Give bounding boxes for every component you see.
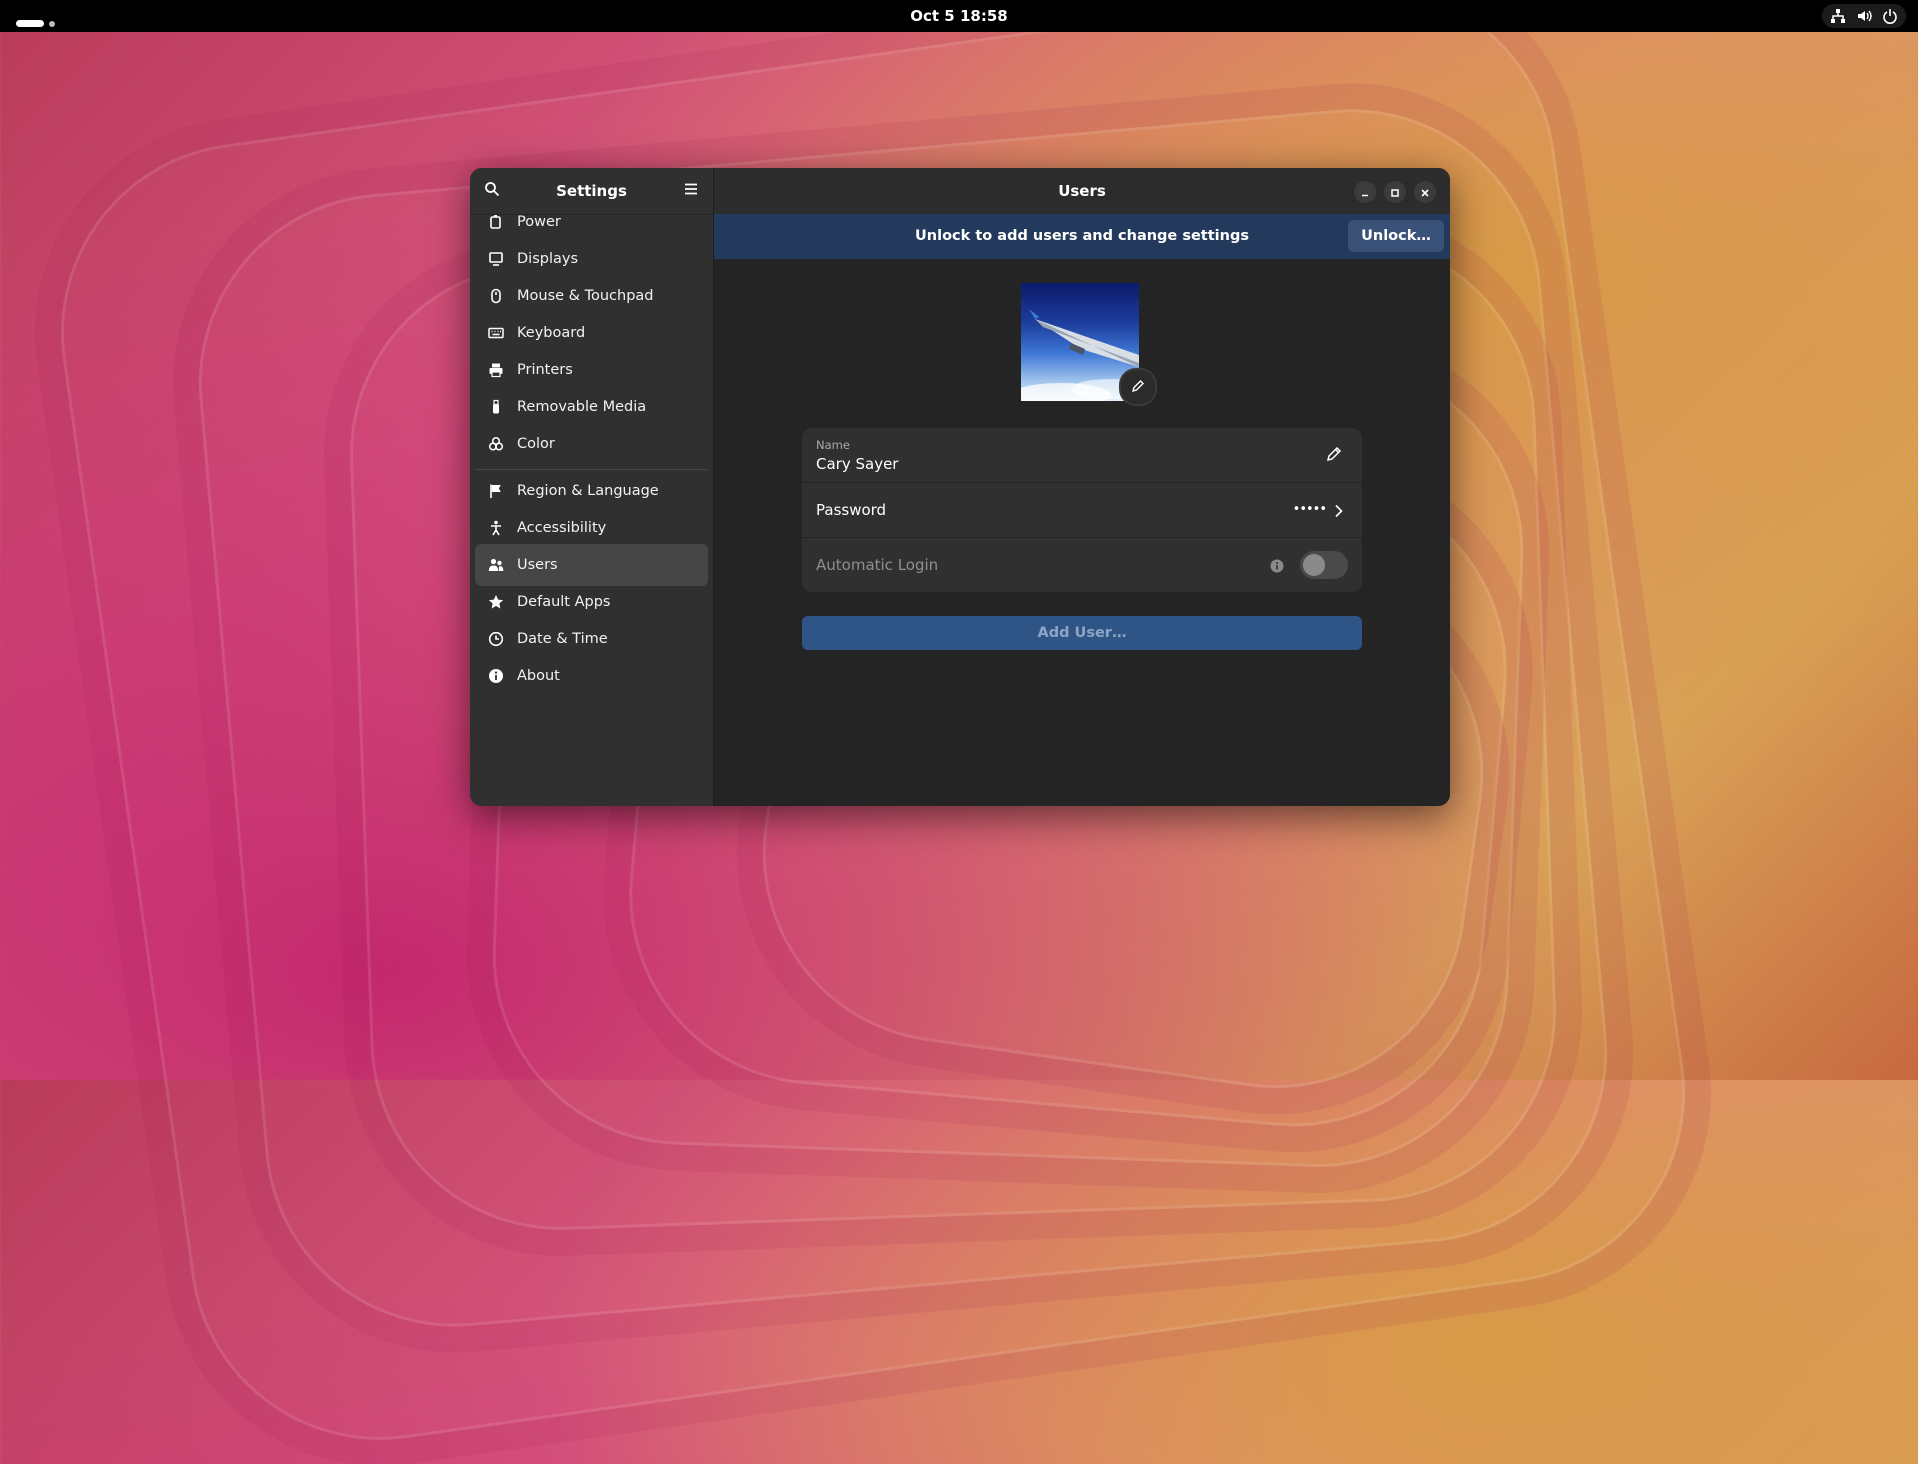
sidebar-list: Power Displays Mouse & Touchpad Keyboard… <box>470 214 713 806</box>
automatic-login-row: Automatic Login <box>802 538 1362 592</box>
sidebar-item-label: Date & Time <box>517 631 608 647</box>
sidebar-item-keyboard[interactable]: Keyboard <box>475 312 708 354</box>
sidebar-item-default-apps[interactable]: Default Apps <box>475 581 708 623</box>
password-row[interactable]: Password ••••• <box>802 483 1362 537</box>
edit-name-pencil-icon[interactable] <box>1326 446 1342 466</box>
add-user-button[interactable]: Add User… <box>802 616 1362 650</box>
power-icon <box>487 214 505 231</box>
sidebar-item-label: Color <box>517 436 555 452</box>
network-icon <box>1830 8 1846 24</box>
user-details-card: Name Cary Sayer Password ••••• Automatic… <box>802 428 1362 592</box>
sidebar-item-color[interactable]: Color <box>475 423 708 465</box>
sidebar-item-users[interactable]: Users <box>475 544 708 586</box>
flag-icon <box>487 482 505 500</box>
workspace-active-pill <box>16 20 44 27</box>
password-mask: ••••• <box>1292 502 1327 517</box>
unlock-button[interactable]: Unlock… <box>1348 220 1444 252</box>
color-icon <box>487 435 505 453</box>
volume-icon <box>1856 8 1872 24</box>
avatar-edit-button[interactable] <box>1119 368 1157 406</box>
name-row[interactable]: Name Cary Sayer <box>802 428 1362 482</box>
sidebar-item-label: Keyboard <box>517 325 586 341</box>
activities-indicator[interactable] <box>16 13 55 32</box>
display-icon <box>487 250 505 268</box>
page-title: Users <box>1058 182 1106 200</box>
sidebar-item-about[interactable]: About <box>475 655 708 697</box>
maximize-button[interactable] <box>1384 181 1406 203</box>
sidebar-item-label: Power <box>517 214 561 230</box>
sidebar-item-label: Region & Language <box>517 483 659 499</box>
sidebar-header: Settings <box>470 168 713 215</box>
info-icon <box>487 667 505 685</box>
system-tray[interactable] <box>1822 4 1906 28</box>
users-panel: Users Unlock to add users and change set… <box>714 168 1450 806</box>
sidebar-item-accessibility[interactable]: Accessibility <box>475 507 708 549</box>
automatic-login-switch[interactable] <box>1300 551 1348 579</box>
info-icon[interactable] <box>1270 558 1284 577</box>
close-button[interactable] <box>1414 181 1436 203</box>
name-value: Cary Sayer <box>816 455 899 473</box>
clock-icon <box>487 630 505 648</box>
sidebar-item-label: Removable Media <box>517 399 647 415</box>
sidebar-item-region-language[interactable]: Region & Language <box>475 470 708 512</box>
unlock-banner-text: Unlock to add users and change settings <box>915 228 1249 244</box>
minimize-button[interactable] <box>1354 181 1376 203</box>
sidebar-item-label: Printers <box>517 362 573 378</box>
power-menu-icon <box>1882 8 1898 24</box>
chevron-right-icon <box>1334 503 1344 522</box>
printer-icon <box>487 361 505 379</box>
sidebar-item-displays[interactable]: Displays <box>475 238 708 280</box>
sidebar: Settings Power Displays Mouse & Touchpad <box>470 168 714 806</box>
password-label: Password <box>816 501 887 519</box>
sidebar-item-label: Accessibility <box>517 520 607 536</box>
keyboard-icon <box>487 324 505 342</box>
usb-icon <box>487 398 505 416</box>
switch-knob <box>1303 554 1325 576</box>
hamburger-menu-icon <box>683 181 699 201</box>
sidebar-item-label: Displays <box>517 251 579 267</box>
sidebar-item-printers[interactable]: Printers <box>475 349 708 391</box>
sidebar-item-label: Default Apps <box>517 594 611 610</box>
header-bar: Users <box>714 168 1450 214</box>
minimize-icon <box>1360 183 1370 202</box>
star-icon <box>487 593 505 611</box>
settings-window: Settings Power Displays Mouse & Touchpad <box>470 168 1450 806</box>
sidebar-item-label: Mouse & Touchpad <box>517 288 654 304</box>
main-menu-button[interactable] <box>677 177 705 205</box>
users-icon <box>487 556 505 574</box>
clock[interactable]: Oct 5 18:58 <box>910 7 1007 25</box>
sidebar-item-label: Users <box>517 557 558 573</box>
pencil-icon <box>1131 378 1145 397</box>
accessibility-icon <box>487 519 505 537</box>
close-icon <box>1420 183 1430 202</box>
name-label: Name <box>816 438 850 452</box>
sidebar-item-label: About <box>517 668 560 684</box>
unlock-banner: Unlock to add users and change settings … <box>714 214 1450 259</box>
sidebar-item-date-time[interactable]: Date & Time <box>475 618 708 660</box>
workspace-dot <box>49 20 55 27</box>
sidebar-item-mouse-touchpad[interactable]: Mouse & Touchpad <box>475 275 708 317</box>
maximize-icon <box>1390 183 1400 202</box>
top-bar: Oct 5 18:58 <box>0 0 1918 32</box>
automatic-login-label: Automatic Login <box>816 556 939 574</box>
mouse-icon <box>487 287 505 305</box>
sidebar-item-removable-media[interactable]: Removable Media <box>475 386 708 428</box>
